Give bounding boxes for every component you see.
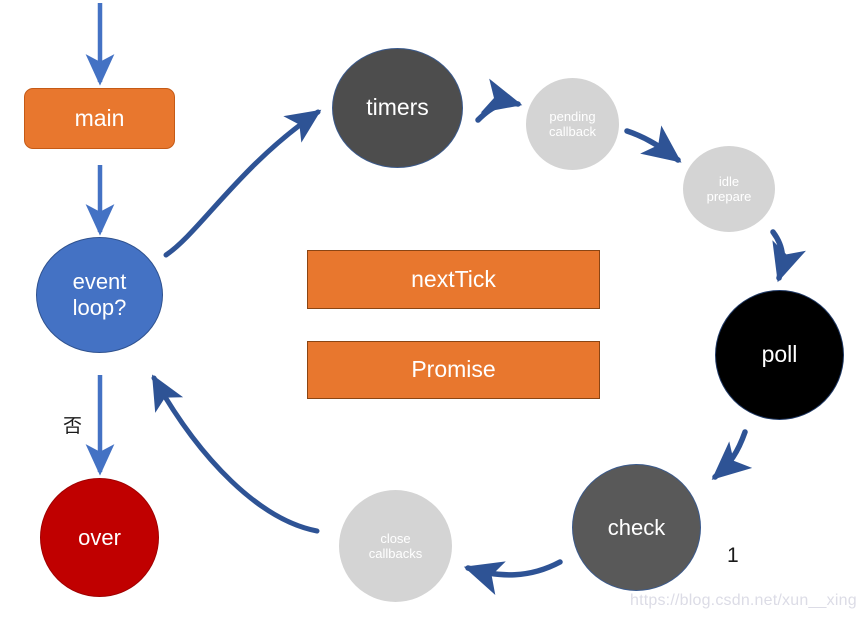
edge-label-no: 否 [63,416,83,437]
edge-close-to-eventloop [151,374,320,534]
node-promise[interactable]: Promise [307,341,600,399]
node-check[interactable]: check [572,464,701,591]
node-main[interactable]: main [24,88,175,149]
node-timers[interactable]: timers [332,48,463,168]
edge-timers-to-pending [475,78,523,123]
edge-check-to-close [463,559,563,595]
edge-poll-to-check [711,429,753,480]
edge-eventloop-to-timers [163,109,322,258]
node-close-callbacks[interactable]: close callbacks [339,490,452,602]
node-next-tick[interactable]: nextTick [307,250,600,309]
node-over[interactable]: over [40,478,159,597]
edge-pending-to-idle [624,125,682,163]
watermark: https://blog.csdn.net/xun__xing [630,592,857,609]
node-event-loop[interactable]: event loop? [36,237,163,353]
node-pending-callback[interactable]: pending callback [526,78,619,170]
node-idle-prepare[interactable]: idle prepare [683,146,775,232]
node-poll[interactable]: poll [715,290,844,420]
annotation-one: 1 [727,544,739,567]
edge-idle-to-poll [770,229,806,283]
diagram-canvas: main event loop? over timers pending cal… [0,0,857,619]
